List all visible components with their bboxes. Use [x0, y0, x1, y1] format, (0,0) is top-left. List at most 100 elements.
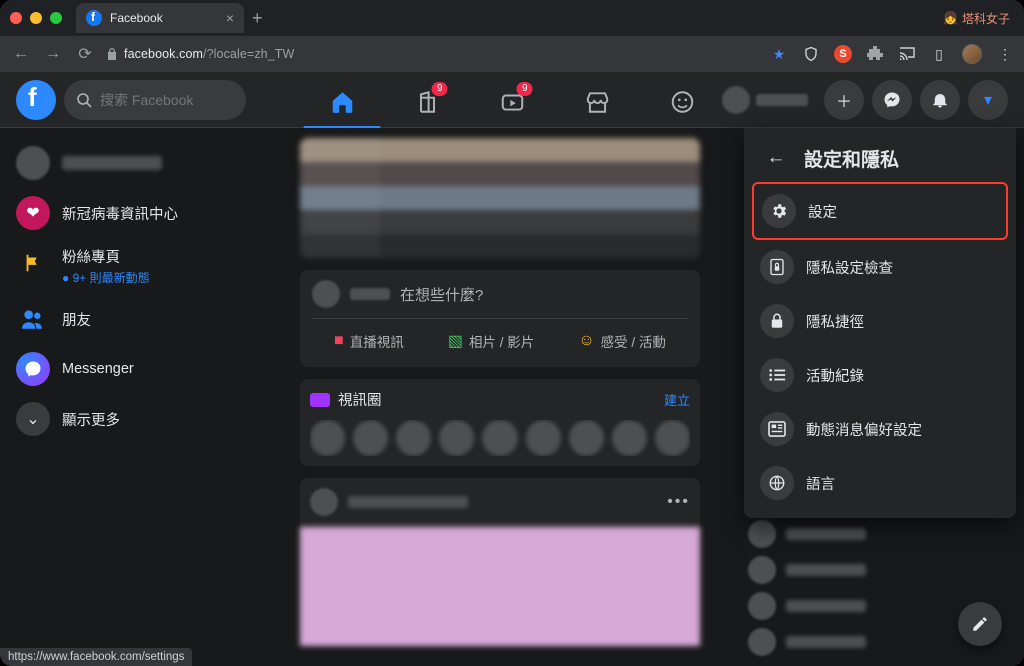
cast-icon[interactable] — [898, 45, 916, 63]
browser-toolbar: ← → ⟳ facebook.com/?locale=zh_TW ★ S ▯ ⋮ — [0, 36, 1024, 72]
post-menu-icon[interactable]: ••• — [667, 493, 690, 511]
dropdown-item-settings[interactable]: 設定 — [752, 182, 1008, 240]
account-menu-button[interactable]: ▾ — [968, 80, 1008, 120]
brand-text: 塔科女子 — [962, 10, 1010, 27]
post-card: ••• — [300, 478, 700, 646]
back-button[interactable]: ← — [10, 45, 32, 63]
list-icon — [760, 358, 794, 392]
forward-button[interactable]: → — [42, 45, 64, 63]
room-avatar[interactable] — [569, 420, 604, 456]
back-button[interactable]: ← — [760, 142, 792, 174]
post-author[interactable] — [348, 496, 468, 508]
room-avatar[interactable] — [482, 420, 517, 456]
dropdown-item-language[interactable]: 語言 — [752, 456, 1008, 510]
sidebar-item-covid[interactable]: ❤ 新冠病毒資訊中心 — [8, 188, 292, 238]
smile-icon: ☺ — [578, 332, 594, 350]
video-room-icon — [310, 393, 330, 407]
chrome-profile-avatar[interactable] — [962, 44, 982, 64]
dropdown-item-label: 語言 — [806, 473, 835, 494]
nav-pages-badge: 9 — [432, 82, 448, 96]
new-tab-button[interactable]: + — [252, 8, 263, 29]
browser-tab[interactable]: Facebook × — [76, 3, 244, 33]
rooms-title: 視訊圈 — [338, 389, 382, 410]
chevron-down-icon: ⌄ — [16, 402, 50, 436]
nav-gaming[interactable] — [640, 76, 725, 128]
settings-dropdown: ← 設定和隱私 設定 隱私設定檢查 隱私捷徑 — [744, 128, 1016, 518]
sidebar-item-label: 朋友 — [62, 309, 91, 330]
close-tab-icon[interactable]: × — [226, 10, 234, 26]
composer-live-label: 直播視訊 — [350, 331, 404, 351]
reading-list-icon[interactable]: ▯ — [930, 45, 948, 63]
dropdown-title: 設定和隱私 — [804, 145, 899, 172]
composer-photo-label: 相片 / 影片 — [469, 331, 534, 351]
url-path: /?locale=zh_TW — [203, 47, 294, 61]
facebook-header: 9 9 ＋ ▾ — [0, 72, 1024, 128]
room-avatar[interactable] — [396, 420, 431, 456]
room-avatar[interactable] — [310, 420, 345, 456]
sidebar-item-sublabel: ● 9+ 則最新動態 — [62, 269, 150, 286]
composer-input[interactable]: 在想些什麼? — [400, 284, 688, 305]
room-avatar[interactable] — [353, 420, 388, 456]
profile-chip[interactable] — [714, 82, 816, 118]
composer-live-button[interactable]: ■直播視訊 — [324, 325, 414, 357]
nav-home[interactable] — [300, 76, 385, 128]
room-avatar[interactable] — [612, 420, 647, 456]
search-input[interactable] — [100, 92, 234, 108]
flag-icon — [16, 246, 50, 280]
url-host: facebook.com — [124, 47, 203, 61]
nav-marketplace[interactable] — [555, 76, 640, 128]
sidebar-item-more[interactable]: ⌄ 顯示更多 — [8, 394, 292, 444]
contact-name — [786, 564, 866, 576]
dropdown-item-label: 活動紀錄 — [806, 365, 864, 386]
close-window-button[interactable] — [10, 12, 22, 24]
sidebar-item-profile[interactable] — [8, 138, 292, 188]
contact-row[interactable] — [748, 556, 1010, 584]
dropdown-item-privacy-shortcuts[interactable]: 隱私捷徑 — [752, 294, 1008, 348]
window-brand-label: 👧 塔科女子 — [943, 10, 1010, 27]
post-image[interactable] — [300, 526, 700, 646]
lock-icon — [760, 304, 794, 338]
composer-feeling-button[interactable]: ☺感受 / 活動 — [568, 325, 676, 357]
contact-name — [786, 600, 866, 612]
room-avatar[interactable] — [655, 420, 690, 456]
extensions-icon[interactable] — [866, 45, 884, 63]
dropdown-item-news-pref[interactable]: 動態消息偏好設定 — [752, 402, 1008, 456]
sidebar-item-messenger[interactable]: Messenger — [8, 344, 292, 394]
chrome-menu-icon[interactable]: ⋮ — [996, 45, 1014, 63]
dropdown-item-label: 隱私捷徑 — [806, 311, 864, 332]
rooms-avatars[interactable] — [310, 420, 690, 456]
new-message-button[interactable] — [958, 602, 1002, 646]
sidebar-item-label: Messenger — [62, 361, 134, 377]
messenger-button[interactable] — [872, 80, 912, 120]
composer-photo-button[interactable]: ▧相片 / 影片 — [438, 325, 544, 357]
reload-button[interactable]: ⟳ — [74, 44, 96, 64]
facebook-logo-icon[interactable] — [16, 80, 56, 120]
dropdown-item-label: 設定 — [808, 201, 837, 222]
sidebar-item-friends[interactable]: 朋友 — [8, 294, 292, 344]
maximize-window-button[interactable] — [50, 12, 62, 24]
shield-icon[interactable] — [802, 45, 820, 63]
address-bar[interactable]: facebook.com/?locale=zh_TW — [106, 47, 294, 61]
contact-row[interactable] — [748, 520, 1010, 548]
bookmark-star-icon[interactable]: ★ — [770, 45, 788, 63]
notifications-button[interactable] — [920, 80, 960, 120]
contact-name — [786, 528, 866, 540]
dropdown-item-privacy-checkup[interactable]: 隱私設定檢查 — [752, 240, 1008, 294]
room-avatar[interactable] — [526, 420, 561, 456]
minimize-window-button[interactable] — [30, 12, 42, 24]
post-avatar[interactable] — [310, 488, 338, 516]
nav-pages[interactable]: 9 — [385, 76, 470, 128]
extension-s-icon[interactable]: S — [834, 45, 852, 63]
profile-avatar — [722, 86, 750, 114]
search-bar[interactable] — [64, 80, 246, 120]
stories-row[interactable] — [300, 138, 700, 258]
sidebar-item-pages[interactable]: 粉絲專頁 ● 9+ 則最新動態 — [8, 238, 292, 294]
dropdown-item-activity-log[interactable]: 活動紀錄 — [752, 348, 1008, 402]
create-button[interactable]: ＋ — [824, 80, 864, 120]
rooms-create-link[interactable]: 建立 — [664, 390, 690, 409]
contact-avatar — [748, 592, 776, 620]
room-avatar[interactable] — [439, 420, 474, 456]
nav-watch[interactable]: 9 — [470, 76, 555, 128]
contact-avatar — [748, 628, 776, 656]
search-icon — [76, 92, 92, 108]
